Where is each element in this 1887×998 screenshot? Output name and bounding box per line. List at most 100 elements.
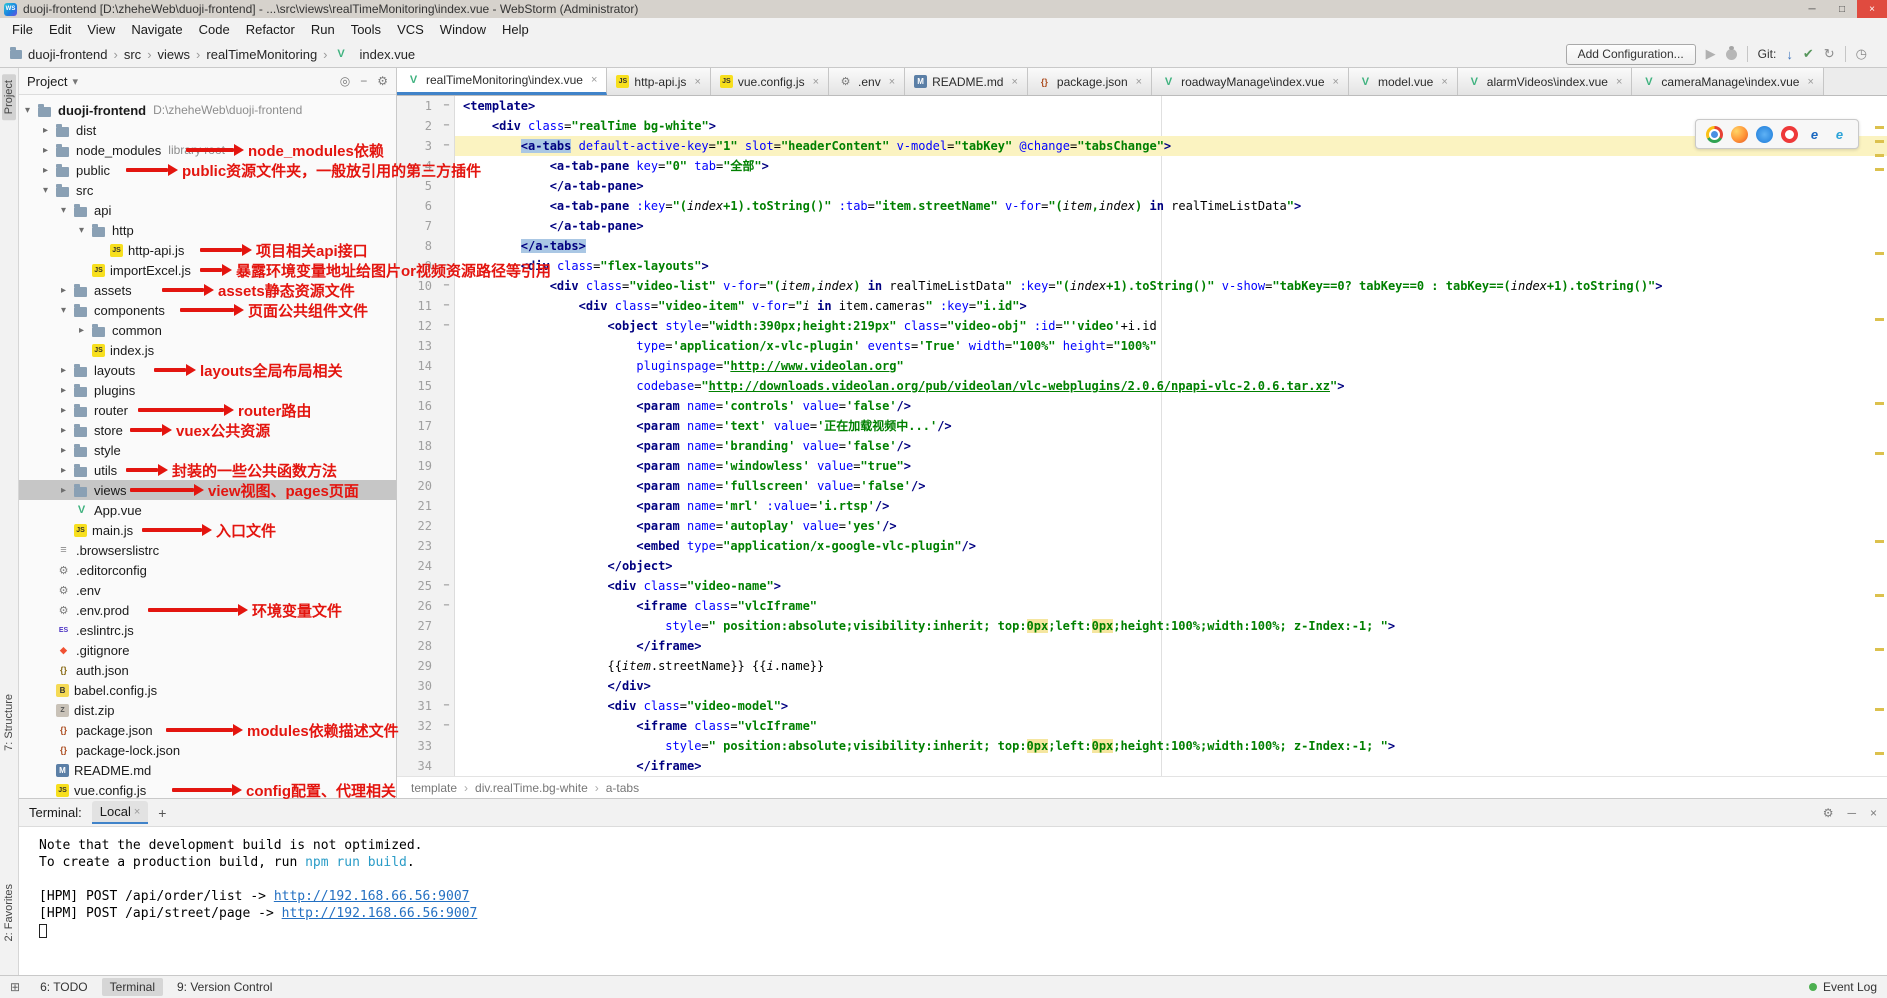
menu-help[interactable]: Help [494,19,537,40]
tree-item-babel-config-js[interactable]: Bbabel.config.js [19,680,396,700]
statusbar-terminal[interactable]: Terminal [102,978,163,996]
stripe-mark[interactable] [1875,318,1884,321]
stripe-mark[interactable] [1875,648,1884,651]
stripe-mark[interactable] [1875,452,1884,455]
tree-item-store[interactable]: ▸store [19,420,396,440]
add-configuration-button[interactable]: Add Configuration... [1566,44,1696,65]
terminal-output[interactable]: Note that the development build is not o… [19,827,1887,975]
terminal-tab-local[interactable]: Local × [92,801,149,824]
terminal-link[interactable]: http://192.168.66.56:9007 [274,889,470,904]
chevron-right-icon[interactable]: ▸ [61,385,74,396]
close-icon[interactable]: × [1441,76,1447,88]
breadcrumb-item-a-tabs[interactable]: a-tabs [606,781,639,795]
tree-item-dist-zip[interactable]: Zdist.zip [19,700,396,720]
edge-icon[interactable]: e [1831,126,1848,143]
tree-item-main-js[interactable]: JSmain.js [19,520,396,540]
close-icon[interactable]: × [1807,76,1813,88]
fold-marker[interactable]: − [439,256,455,276]
tree-item-package-lock-json[interactable]: {}package-lock.json [19,740,396,760]
ie-icon[interactable]: e [1806,126,1823,143]
gear-icon[interactable]: ⚙ [1823,806,1834,820]
fold-marker[interactable]: − [439,716,455,736]
fold-marker[interactable]: − [439,276,455,296]
breadcrumb-item-realTimeMonitoring[interactable]: realTimeMonitoring [206,47,317,62]
close-icon[interactable]: × [1136,76,1142,88]
tree-item-http[interactable]: ▾http [19,220,396,240]
tab-package-json[interactable]: {}package.json× [1028,68,1152,95]
git-rollback-icon[interactable]: ↻ [1824,46,1835,62]
tree-item-node_modules[interactable]: ▸node_moduleslibrary root [19,140,396,160]
minimize-icon[interactable]: ─ [1847,806,1856,820]
tree-item-dist[interactable]: ▸dist [19,120,396,140]
tree-item--env[interactable]: ⚙.env [19,580,396,600]
tree-item-index-js[interactable]: JSindex.js [19,340,396,360]
tree-item-api[interactable]: ▾api [19,200,396,220]
chevron-right-icon[interactable]: ▸ [61,465,74,476]
close-icon[interactable]: × [694,76,700,88]
tree-item-utils[interactable]: ▸utils [19,460,396,480]
tree-item-common[interactable]: ▸common [19,320,396,340]
tree-item-http-api-js[interactable]: JShttp-api.js [19,240,396,260]
tab-roadwayManage-index-vue[interactable]: VroadwayManage\index.vue× [1152,68,1349,95]
fold-marker[interactable]: − [439,116,455,136]
menu-navigate[interactable]: Navigate [123,19,190,40]
close-icon[interactable]: × [1011,76,1017,88]
chevron-right-icon[interactable]: ▸ [61,365,74,376]
menu-tools[interactable]: Tools [343,19,389,40]
stripe-mark[interactable] [1875,708,1884,711]
close-icon[interactable]: × [1870,806,1877,820]
chevron-right-icon[interactable]: ▸ [61,425,74,436]
close-icon[interactable]: × [889,76,895,88]
history-icon[interactable]: ◷ [1856,46,1867,62]
stripe-mark[interactable] [1875,402,1884,405]
tab-http-api-js[interactable]: JShttp-api.js× [607,68,710,95]
close-button[interactable]: × [1857,0,1887,18]
chevron-down-icon[interactable]: ▾ [61,305,74,316]
toolwindow-switcher-icon[interactable]: ⊞ [10,980,20,994]
tab-alarmVideos-index-vue[interactable]: ValarmVideos\index.vue× [1458,68,1633,95]
tree-item--editorconfig[interactable]: ⚙.editorconfig [19,560,396,580]
gear-icon[interactable]: ⚙ [377,74,388,88]
tree-item-views[interactable]: ▸views [19,480,396,500]
git-commit-icon[interactable]: ✔ [1803,46,1814,62]
chevron-right-icon[interactable]: ▸ [61,485,74,496]
stripe-mark[interactable] [1875,752,1884,755]
event-log-button[interactable]: Event Log [1823,980,1877,994]
menu-refactor[interactable]: Refactor [238,19,303,40]
tab-realTimeMonitoring-index-vue[interactable]: VrealTimeMonitoring\index.vue× [397,68,607,95]
tree-item-public[interactable]: ▸public [19,160,396,180]
chevron-right-icon[interactable]: ▸ [43,125,56,136]
menu-view[interactable]: View [79,19,123,40]
tree-item-style[interactable]: ▸style [19,440,396,460]
chevron-down-icon[interactable]: ▾ [79,225,92,236]
breadcrumb-item-template[interactable]: template [411,781,457,795]
breadcrumb-item-index-vue[interactable]: index.vue [360,47,416,62]
chevron-right-icon[interactable]: ▸ [43,165,56,176]
tree-item-auth-json[interactable]: {}auth.json [19,660,396,680]
tab-model-vue[interactable]: Vmodel.vue× [1349,68,1458,95]
tree-item-vue-config-js[interactable]: JSvue.config.js [19,780,396,798]
chevron-down-icon[interactable]: ▾ [25,105,38,116]
fold-marker[interactable]: − [439,576,455,596]
stripe-mark[interactable] [1875,140,1884,143]
tree-item-components[interactable]: ▾components [19,300,396,320]
chevron-right-icon[interactable]: ▸ [61,405,74,416]
menu-edit[interactable]: Edit [41,19,79,40]
chevron-right-icon[interactable]: ▸ [43,145,56,156]
tab--env[interactable]: ⚙.env× [829,68,905,95]
debug-icon[interactable] [1726,49,1737,60]
statusbar-6-todo[interactable]: 6: TODO [32,978,96,996]
breadcrumb-item-views[interactable]: views [158,47,191,62]
fold-marker[interactable]: − [439,96,455,116]
fold-marker[interactable]: − [439,296,455,316]
menu-window[interactable]: Window [432,19,494,40]
close-icon[interactable]: × [813,76,819,88]
breadcrumb-item-src[interactable]: src [124,47,141,62]
tab-README-md[interactable]: MREADME.md× [905,68,1028,95]
stripe-mark[interactable] [1875,126,1884,129]
tab-cameraManage-index-vue[interactable]: VcameraManage\index.vue× [1632,68,1824,95]
tree-item--eslintrc-js[interactable]: ES.eslintrc.js [19,620,396,640]
chevron-down-icon[interactable]: ▾ [61,205,74,216]
locate-icon[interactable]: ◎ [340,74,350,88]
stripe-mark[interactable] [1875,168,1884,171]
